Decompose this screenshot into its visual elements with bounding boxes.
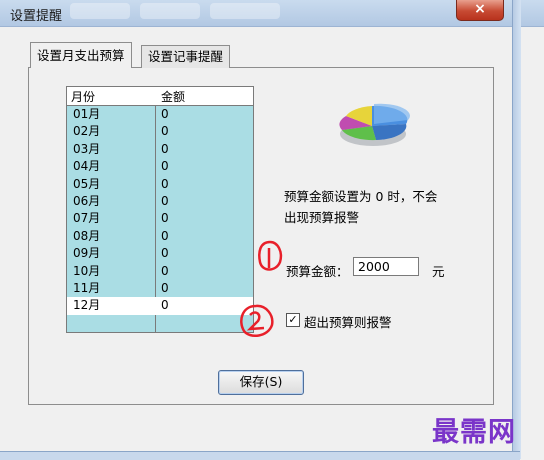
- amount-cell[interactable]: 0: [161, 280, 169, 297]
- table-row[interactable]: 12月 0: [67, 297, 253, 315]
- header-amount: 金额: [161, 90, 186, 104]
- blurred-background-tab: [140, 3, 200, 19]
- month-cell: 07月: [73, 211, 101, 226]
- table-header: 月份 金额: [67, 87, 253, 106]
- blurred-background-tab: [210, 3, 280, 19]
- table-row[interactable]: 08月 0: [67, 228, 253, 245]
- budget-hint-text: 预算金额设置为 0 时，不会 出现预算报警: [284, 186, 474, 228]
- hint-line-2: 出现预算报警: [284, 210, 360, 225]
- month-cell: 03月: [73, 141, 101, 156]
- pie-chart-icon: [339, 103, 410, 146]
- amount-cell[interactable]: 0: [161, 245, 169, 262]
- amount-cell[interactable]: 0: [161, 158, 169, 175]
- amount-cell[interactable]: 0: [161, 141, 169, 158]
- hint-line-1: 预算金额设置为 0 时，不会: [284, 189, 438, 204]
- currency-unit: 元: [432, 264, 445, 279]
- table-row[interactable]: 07月 0: [67, 210, 253, 227]
- annotation-circle-2: [240, 304, 274, 338]
- table-row[interactable]: 03月 0: [67, 141, 253, 158]
- alarm-checkbox[interactable]: ✓: [286, 313, 300, 327]
- month-cell: 06月: [73, 193, 101, 208]
- month-cell: 11月: [73, 280, 101, 295]
- budget-amount-label: 预算金额：: [286, 264, 349, 279]
- header-month: 月份: [71, 90, 96, 104]
- amount-cell[interactable]: 0: [161, 193, 169, 210]
- table-row[interactable]: 05月 0: [67, 176, 253, 193]
- table-row[interactable]: 04月 0: [67, 158, 253, 175]
- tab-note-reminder[interactable]: 设置记事提醒: [141, 45, 231, 68]
- close-button[interactable]: ×: [456, 0, 504, 21]
- tab-monthly-budget[interactable]: 设置月支出预算: [30, 42, 132, 68]
- table-row[interactable]: 11月 0: [67, 280, 253, 297]
- table-row[interactable]: 01月 0: [67, 106, 253, 123]
- table-row[interactable]: 10月 0: [67, 263, 253, 280]
- month-cell: 10月: [73, 263, 101, 278]
- annotation-circle-1: [258, 240, 283, 271]
- amount-cell[interactable]: 0: [161, 228, 169, 245]
- amount-cell[interactable]: 0: [161, 297, 169, 314]
- table-row[interactable]: 02月 0: [67, 123, 253, 140]
- month-cell: 05月: [73, 176, 101, 191]
- month-cell: 02月: [73, 124, 101, 139]
- table-row[interactable]: 09月 0: [67, 245, 253, 262]
- amount-cell[interactable]: 0: [161, 210, 169, 227]
- budget-amount-input[interactable]: [353, 257, 419, 276]
- amount-cell[interactable]: 0: [161, 176, 169, 193]
- title-bar: 设置提醒 ×: [0, 0, 544, 27]
- save-button[interactable]: 保存(S): [218, 370, 304, 395]
- month-cell: 04月: [73, 159, 101, 174]
- monthly-budget-table[interactable]: 月份 金额 01月 0 02月 0 03月 0 04月 0 05月 0 06月 0 07月 0 08月 0 09…: [66, 86, 254, 333]
- watermark-logo: 最需网: [432, 417, 516, 448]
- amount-cell[interactable]: 0: [161, 263, 169, 280]
- month-cell: 12月: [73, 298, 101, 313]
- blurred-background-tab: [70, 3, 130, 19]
- amount-cell[interactable]: 0: [161, 123, 169, 140]
- month-cell: 08月: [73, 228, 101, 243]
- alarm-checkbox-label[interactable]: 超出预算则报警: [304, 312, 392, 331]
- table-row[interactable]: 06月 0: [67, 193, 253, 210]
- amount-cell[interactable]: 0: [161, 106, 169, 123]
- month-cell: 09月: [73, 246, 101, 261]
- window-title: 设置提醒: [10, 9, 63, 24]
- window-frame-right: [512, 0, 521, 459]
- month-cell: 01月: [73, 107, 101, 121]
